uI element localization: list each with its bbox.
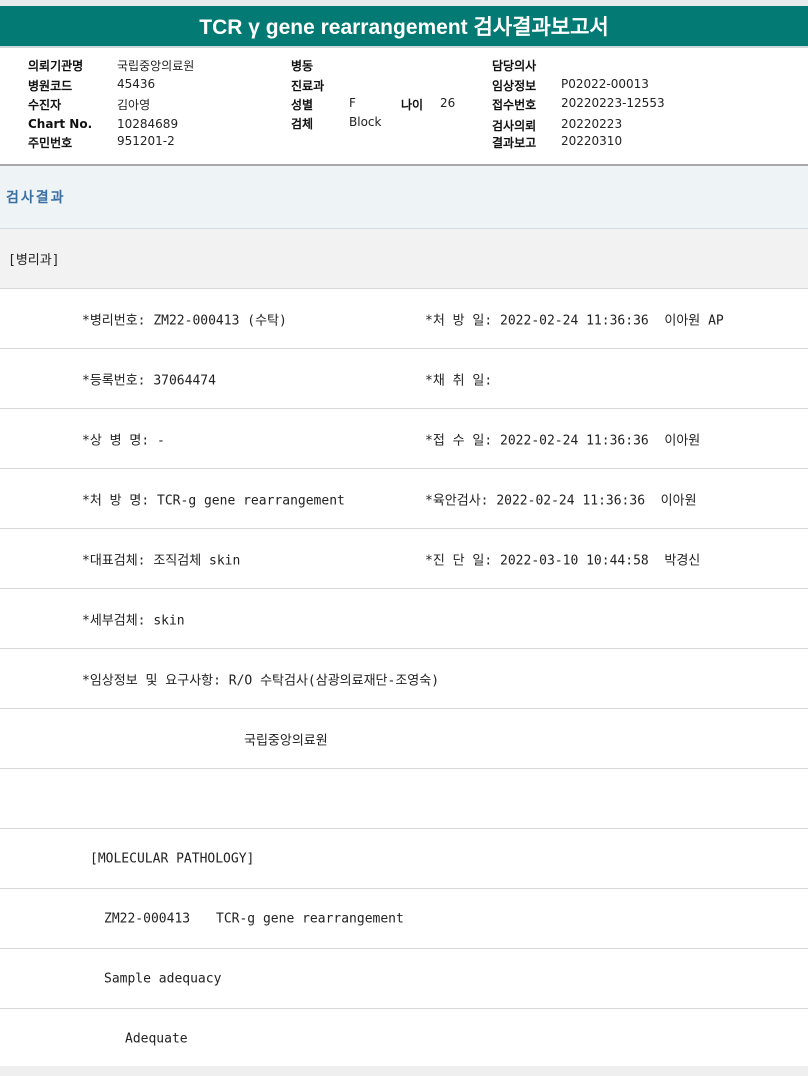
label-attending-physician: 담당의사 bbox=[492, 59, 537, 73]
test-name: TCR-g gene rearrangement bbox=[216, 911, 404, 926]
label-age: 나이 bbox=[401, 98, 424, 112]
label-department: 진료과 bbox=[291, 79, 325, 93]
diagnosis-date: *진 단 일: 2022-03-10 10:44:58 박경신 bbox=[425, 553, 701, 568]
order-name: *처 방 명: TCR-g gene rearrangement bbox=[82, 493, 345, 508]
molecular-pathology-header: [MOLECULAR PATHOLOGY] bbox=[90, 851, 255, 866]
value-age: 26 bbox=[440, 96, 456, 110]
label-clinical-info: 임상정보 bbox=[492, 79, 537, 93]
section-title: 검사결과 bbox=[0, 166, 808, 229]
result-row: *병리번호: ZM22-000413 (수탁) *처 방 일: 2022-02-… bbox=[0, 289, 808, 349]
label-patient: 수진자 bbox=[28, 98, 62, 112]
patient-info-block: 의뢰기관명 국립중앙의료원 병원코드 45436 수진자 김아영 Chart N… bbox=[0, 48, 808, 164]
result-row: *임상정보 및 요구사항: R/O 수탁검사(삼광의료재단-조영숙) bbox=[0, 649, 808, 709]
result-row: Sample adequacy bbox=[0, 949, 808, 1009]
department-header: [병리과] bbox=[0, 229, 808, 289]
gross-exam: *육안검사: 2022-02-24 11:36:36 이아원 bbox=[425, 493, 697, 508]
label-resident-no: 주민번호 bbox=[28, 136, 73, 150]
main-specimen: *대표검체: 조직검체 skin bbox=[82, 553, 241, 568]
result-row: *상 병 명: - *접 수 일: 2022-02-24 11:36:36 이아… bbox=[0, 409, 808, 469]
result-row: 국립중앙의료원 bbox=[0, 709, 808, 769]
case-number: ZM22-000413 bbox=[104, 911, 191, 926]
institution-name: 국립중앙의료원 bbox=[244, 733, 328, 748]
value-specimen: Block bbox=[349, 115, 382, 129]
value-request-date: 20220223 bbox=[561, 117, 623, 131]
pathology-number: *병리번호: ZM22-000413 (수탁) bbox=[82, 313, 287, 328]
label-request-date: 검사의뢰 bbox=[492, 119, 537, 133]
label-receipt-no: 접수번호 bbox=[492, 98, 537, 112]
order-date: *처 방 일: 2022-02-24 11:36:36 이아원 AP bbox=[425, 313, 724, 328]
value-patient: 김아영 bbox=[117, 98, 151, 112]
label-hospital-code: 병원코드 bbox=[28, 79, 73, 93]
label-report-date: 결과보고 bbox=[492, 136, 537, 150]
label-sex: 성별 bbox=[291, 98, 314, 112]
registration-number: *등록번호: 37064474 bbox=[82, 373, 216, 388]
label-chart-no: Chart No. bbox=[28, 117, 93, 131]
sample-adequacy-label: Sample adequacy bbox=[104, 971, 222, 986]
sub-specimen: *세부검체: skin bbox=[82, 613, 185, 628]
bottom-strip bbox=[0, 1066, 808, 1076]
clinical-info-request: *임상정보 및 요구사항: R/O 수탁검사(삼광의료재단-조영숙) bbox=[82, 673, 440, 688]
value-report-date: 20220310 bbox=[561, 134, 623, 148]
value-receipt-no: 20220223-12553 bbox=[561, 96, 665, 110]
receipt-date: *접 수 일: 2022-02-24 11:36:36 이아원 bbox=[425, 433, 701, 448]
collection-date: *채 취 일: bbox=[425, 373, 493, 388]
result-row: ZM22-000413 TCR-g gene rearrangement bbox=[0, 889, 808, 949]
report-title: TCR γ gene rearrangement 검사결과보고서 bbox=[0, 6, 808, 46]
result-row: *처 방 명: TCR-g gene rearrangement *육안검사: … bbox=[0, 469, 808, 529]
diagnosis-name: *상 병 명: - bbox=[82, 433, 165, 448]
value-sex: F bbox=[349, 96, 356, 110]
label-requesting-institution: 의뢰기관명 bbox=[28, 59, 84, 73]
result-row: Adequate bbox=[0, 1009, 808, 1068]
result-row: *세부검체: skin bbox=[0, 589, 808, 649]
value-resident-no: 951201-2 bbox=[117, 134, 175, 148]
value-hospital-code: 45436 bbox=[117, 77, 156, 91]
result-row: [MOLECULAR PATHOLOGY] bbox=[0, 829, 808, 889]
result-row: *등록번호: 37064474 *채 취 일: bbox=[0, 349, 808, 409]
sample-adequacy-value: Adequate bbox=[125, 1031, 188, 1046]
value-requesting-institution: 국립중앙의료원 bbox=[117, 59, 195, 73]
result-row: *대표검체: 조직검체 skin *진 단 일: 2022-03-10 10:4… bbox=[0, 529, 808, 589]
value-chart-no: 10284689 bbox=[117, 117, 179, 131]
result-row-empty bbox=[0, 769, 808, 829]
value-clinical-info: P02022-00013 bbox=[561, 77, 649, 91]
label-ward: 병동 bbox=[291, 59, 314, 73]
label-specimen: 검체 bbox=[291, 117, 314, 131]
